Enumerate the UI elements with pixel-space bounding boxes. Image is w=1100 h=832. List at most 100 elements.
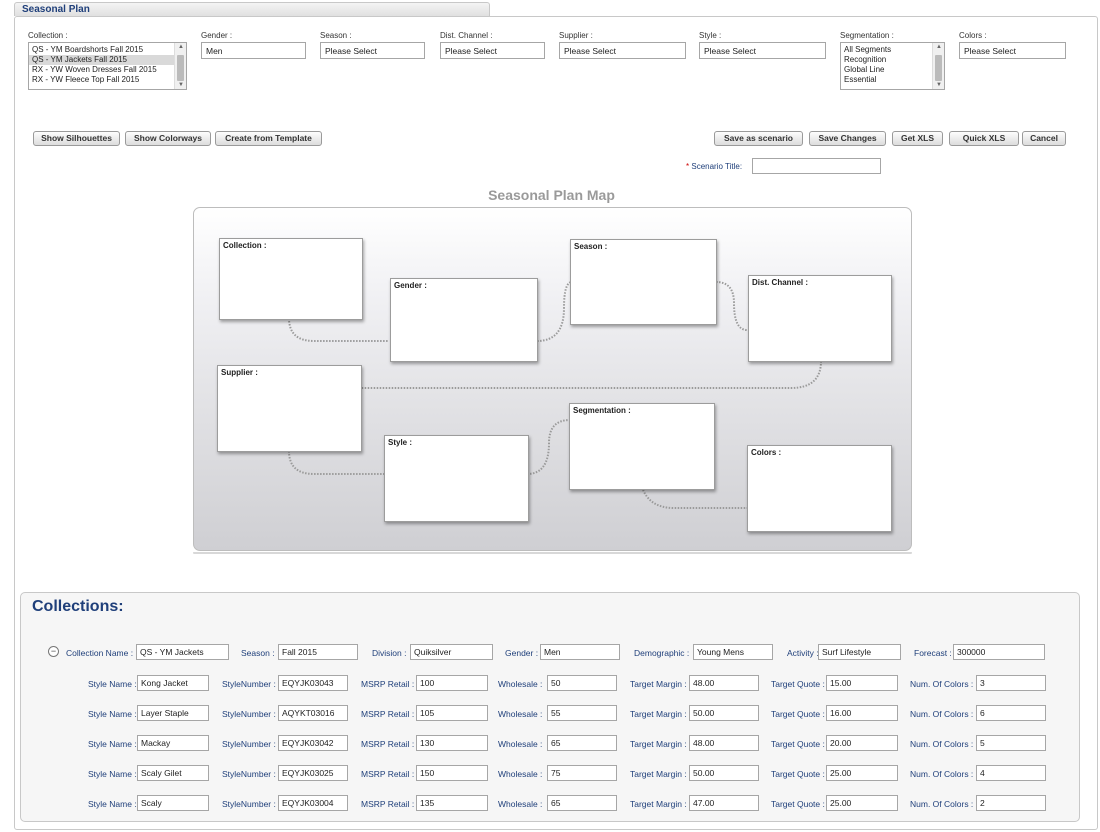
target-margin-field[interactable]: 48.00 [689, 675, 759, 691]
target-margin-field[interactable]: 48.00 [689, 735, 759, 751]
num-colors-field[interactable]: 3 [976, 675, 1046, 691]
collections-title: Collections: [32, 598, 124, 615]
map-card-collection[interactable]: Collection : [219, 238, 363, 320]
save-as-scenario-button[interactable]: Save as scenario [714, 131, 803, 146]
list-option[interactable]: Recognition [841, 55, 944, 65]
style-name-field[interactable]: Scaly [137, 795, 209, 811]
map-card-colors[interactable]: Colors : [747, 445, 892, 532]
collection-name-field[interactable]: QS - YM Jackets [136, 644, 229, 660]
target-quote-field[interactable]: 16.00 [826, 705, 898, 721]
target-margin-label: Target Margin : [630, 739, 687, 749]
msrp-retail-label: MSRP Retail : [361, 709, 415, 719]
supplier-select[interactable]: Please Select [559, 42, 686, 59]
gender-select[interactable]: Men [201, 42, 306, 59]
list-option[interactable]: RX - YW Woven Dresses Fall 2015 [29, 65, 186, 75]
map-card-dist-channel[interactable]: Dist. Channel : [748, 275, 892, 362]
map-card-label: Season : [574, 242, 608, 251]
target-margin-field[interactable]: 50.00 [689, 705, 759, 721]
map-card-style[interactable]: Style : [384, 435, 529, 522]
segmentation-listbox[interactable]: ▲ ▼ All Segments Recognition Global Line Ess… [840, 42, 945, 90]
save-changes-button[interactable]: Save Changes [809, 131, 886, 146]
division-field[interactable]: Quiksilver [410, 644, 493, 660]
style-number-field[interactable]: EQYJK03043 [278, 675, 348, 691]
map-card-label: Style : [388, 438, 413, 447]
wholesale-label: Wholesale : [498, 769, 543, 779]
list-option[interactable]: QS - YM Boardshorts Fall 2015 [29, 45, 186, 55]
scroll-down-icon[interactable]: ▼ [936, 82, 942, 88]
style-name-field[interactable]: Layer Staple [137, 705, 209, 721]
wholesale-field[interactable]: 75 [547, 765, 617, 781]
scroll-thumb[interactable] [177, 55, 184, 81]
gender-field[interactable]: Men [540, 644, 620, 660]
collapse-icon[interactable]: − [48, 646, 59, 657]
style-number-field[interactable]: EQYJK03042 [278, 735, 348, 751]
collection-list-scrollbar[interactable]: ▲ ▼ [174, 43, 186, 89]
style-number-label: StyleNumber : [222, 769, 276, 779]
num-colors-field[interactable]: 4 [976, 765, 1046, 781]
num-colors-field[interactable]: 6 [976, 705, 1046, 721]
list-option[interactable]: QS - YM Jackets Fall 2015 [29, 55, 186, 65]
create-from-template-button[interactable]: Create from Template [215, 131, 322, 146]
msrp-retail-field[interactable]: 130 [416, 735, 488, 751]
dist-channel-select[interactable]: Please Select [440, 42, 545, 59]
wholesale-field[interactable]: 65 [547, 735, 617, 751]
num-colors-field[interactable]: 2 [976, 795, 1046, 811]
target-margin-field[interactable]: 47.00 [689, 795, 759, 811]
list-option[interactable]: Essential [841, 75, 944, 85]
style-name-field[interactable]: Scaly Gilet [137, 765, 209, 781]
show-silhouettes-button[interactable]: Show Silhouettes [33, 131, 120, 146]
target-margin-field[interactable]: 50.00 [689, 765, 759, 781]
style-name-field[interactable]: Kong Jacket [137, 675, 209, 691]
scroll-up-icon[interactable]: ▲ [178, 44, 184, 50]
style-select[interactable]: Please Select [699, 42, 826, 59]
msrp-retail-label: MSRP Retail : [361, 739, 415, 749]
scroll-up-icon[interactable]: ▲ [936, 44, 942, 50]
map-card-segmentation[interactable]: Segmentation : [569, 403, 715, 490]
map-card-gender[interactable]: Gender : [390, 278, 538, 362]
colors-select[interactable]: Please Select [959, 42, 1066, 59]
style-number-label: StyleNumber : [222, 799, 276, 809]
num-colors-field[interactable]: 5 [976, 735, 1046, 751]
target-quote-field[interactable]: 15.00 [826, 675, 898, 691]
msrp-retail-field[interactable]: 105 [416, 705, 488, 721]
show-colorways-button[interactable]: Show Colorways [125, 131, 211, 146]
map-card-season[interactable]: Season : [570, 239, 717, 325]
list-option[interactable]: Global Line [841, 65, 944, 75]
target-quote-label: Target Quote : [771, 739, 825, 749]
scroll-down-icon[interactable]: ▼ [178, 82, 184, 88]
wholesale-field[interactable]: 65 [547, 795, 617, 811]
segmentation-filter-label: Segmentation : [840, 31, 894, 40]
forecast-field[interactable]: 300000 [953, 644, 1045, 660]
style-number-field[interactable]: EQYJK03004 [278, 795, 348, 811]
segmentation-list-scrollbar[interactable]: ▲ ▼ [932, 43, 944, 89]
demographic-field[interactable]: Young Mens [693, 644, 773, 660]
style-number-field[interactable]: AQYKT03016 [278, 705, 348, 721]
season-select[interactable]: Please Select [320, 42, 425, 59]
msrp-retail-field[interactable]: 150 [416, 765, 488, 781]
style-name-label: Style Name : [88, 739, 137, 749]
scroll-thumb[interactable] [935, 55, 942, 81]
scenario-title-input[interactable] [752, 158, 881, 174]
target-quote-label: Target Quote : [771, 769, 825, 779]
target-quote-field[interactable]: 25.00 [826, 765, 898, 781]
msrp-retail-field[interactable]: 100 [416, 675, 488, 691]
target-quote-field[interactable]: 20.00 [826, 735, 898, 751]
quick-xls-button[interactable]: Quick XLS [949, 131, 1019, 146]
list-option[interactable]: All Segments [841, 45, 944, 55]
wholesale-field[interactable]: 50 [547, 675, 617, 691]
map-card-supplier[interactable]: Supplier : [217, 365, 362, 452]
wholesale-field[interactable]: 55 [547, 705, 617, 721]
collection-listbox[interactable]: ▲ ▼ QS - YM Boardshorts Fall 2015 QS - YM … [28, 42, 187, 90]
msrp-retail-field[interactable]: 135 [416, 795, 488, 811]
season-field[interactable]: Fall 2015 [278, 644, 358, 660]
tab-seasonal-plan[interactable]: Seasonal Plan [14, 2, 490, 16]
activity-field[interactable]: Surf Lifestyle [818, 644, 901, 660]
cancel-button[interactable]: Cancel [1022, 131, 1066, 146]
get-xls-button[interactable]: Get XLS [892, 131, 943, 146]
target-quote-field[interactable]: 25.00 [826, 795, 898, 811]
list-option[interactable]: RX - YW Fleece Top Fall 2015 [29, 75, 186, 85]
style-name-field[interactable]: Mackay [137, 735, 209, 751]
style-number-field[interactable]: EQYJK03025 [278, 765, 348, 781]
map-card-label: Dist. Channel : [752, 278, 809, 287]
season-filter-label: Season : [320, 31, 352, 40]
